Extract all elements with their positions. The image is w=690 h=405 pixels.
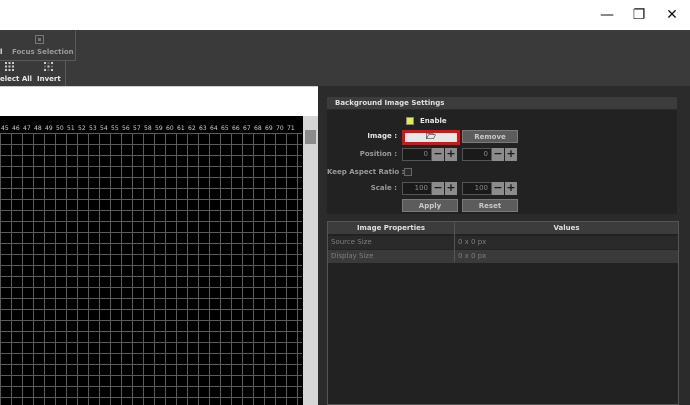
ruler-label: 60 [166, 125, 174, 132]
vertical-scrollbar[interactable] [303, 116, 318, 405]
apply-button[interactable]: Apply [402, 199, 458, 212]
select-all-icon [5, 62, 14, 71]
ruler-label: 62 [188, 125, 196, 132]
top-ruler: 45 46 47 48 49 50 51 52 53 54 55 56 57 58 59 60 61 62 63 64… [0, 116, 303, 134]
scrollbar-thumb[interactable] [305, 130, 316, 144]
table-row[interactable]: Source Size 0 x 0 px [328, 236, 678, 249]
invert-icon [44, 62, 53, 71]
folder-open-icon: 🗁 [426, 132, 436, 141]
ruler-label: 45 [1, 125, 9, 132]
ruler-label: 56 [122, 125, 130, 132]
ruler-label: 64 [210, 125, 218, 132]
image-label: Image : [367, 132, 397, 140]
reset-button[interactable]: Reset [462, 199, 518, 212]
background-image-panel: Background Image Settings Enable Image :… [325, 94, 681, 405]
scale-y-input[interactable]: 100 [462, 182, 492, 195]
position-y-input[interactable]: 0 [462, 148, 492, 161]
table-row[interactable]: Display Size 0 x 0 px [328, 250, 678, 263]
enable-label: Enable [420, 117, 447, 125]
ruler-label: 46 [12, 125, 20, 132]
remove-button[interactable]: Remove [462, 130, 518, 143]
column-header-values[interactable]: Values [455, 222, 678, 234]
table-header: Image Properties Values [328, 222, 678, 234]
ruler-label: 58 [144, 125, 152, 132]
scale-x-input[interactable]: 100 [402, 182, 432, 195]
ruler-label: 57 [133, 125, 141, 132]
minimize-button[interactable]: — [590, 0, 624, 30]
position-x-input[interactable]: 0 [402, 148, 432, 161]
scale-y-plus-button[interactable]: + [505, 182, 517, 195]
ruler-label: 49 [45, 125, 53, 132]
ruler-label: 71 [287, 125, 295, 132]
enable-checkbox[interactable] [406, 117, 414, 125]
focus-selection-button[interactable]: Focus Selection [12, 48, 74, 56]
ruler-label: 50 [56, 125, 64, 132]
ruler-label: 52 [78, 125, 86, 132]
canvas-header-band [0, 86, 318, 117]
ruler-label: 51 [67, 125, 75, 132]
ruler-label: 61 [177, 125, 185, 132]
property-value: 0 x 0 px [458, 238, 487, 246]
property-name: Source Size [331, 238, 372, 246]
section-title: Background Image Settings [327, 97, 677, 109]
position-x-plus-button[interactable]: + [445, 148, 457, 161]
ruler-label: 48 [34, 125, 42, 132]
restore-button[interactable]: ❐ [622, 0, 656, 30]
partial-tool-label: l [0, 48, 3, 56]
image-properties-table: Image Properties Values Source Size 0 x … [327, 221, 679, 405]
scale-label: Scale : [370, 184, 397, 192]
ruler-label: 53 [89, 125, 97, 132]
pixel-grid[interactable] [0, 133, 302, 405]
property-name: Display Size [331, 252, 374, 260]
settings-body: Enable Image : 🗁 Remove Position : 0 − +… [327, 110, 677, 214]
pixel-canvas[interactable]: 45 46 47 48 49 50 51 52 53 54 55 56 57 58 59 60 61 62 63 64… [0, 116, 318, 405]
invert-button[interactable]: Invert [37, 75, 61, 83]
ruler-label: 67 [243, 125, 251, 132]
ruler-label: 69 [265, 125, 273, 132]
ruler-label: 68 [254, 125, 262, 132]
property-value: 0 x 0 px [458, 252, 487, 260]
image-browse-button[interactable]: 🗁 [402, 130, 460, 145]
focus-group: l Focus Selection [0, 30, 76, 61]
ruler-label: 55 [111, 125, 119, 132]
focus-selection-icon [35, 35, 44, 44]
scale-x-plus-button[interactable]: + [445, 182, 457, 195]
ruler-label: 54 [100, 125, 108, 132]
ruler-label: 70 [276, 125, 284, 132]
scale-x-minus-button[interactable]: − [432, 182, 444, 195]
scale-y-minus-button[interactable]: − [492, 182, 504, 195]
ruler-label: 47 [23, 125, 31, 132]
position-y-plus-button[interactable]: + [505, 148, 517, 161]
ruler-label: 63 [199, 125, 207, 132]
column-divider [454, 222, 455, 262]
position-x-minus-button[interactable]: − [432, 148, 444, 161]
ruler-label: 66 [232, 125, 240, 132]
toolbar: l Focus Selection elect All Invert [0, 30, 690, 86]
position-label: Position : [359, 150, 397, 158]
ruler-label: 65 [221, 125, 229, 132]
select-all-button[interactable]: elect All [0, 75, 32, 83]
close-button[interactable]: ✕ [655, 0, 689, 30]
keep-aspect-label: Keep Aspect Ratio : [327, 168, 405, 176]
position-y-minus-button[interactable]: − [492, 148, 504, 161]
selection-group: elect All Invert [0, 61, 66, 86]
column-header-property[interactable]: Image Properties [328, 222, 454, 234]
keep-aspect-checkbox[interactable] [404, 168, 412, 176]
title-bar: — ❐ ✕ [0, 0, 690, 30]
ruler-label: 59 [155, 125, 163, 132]
